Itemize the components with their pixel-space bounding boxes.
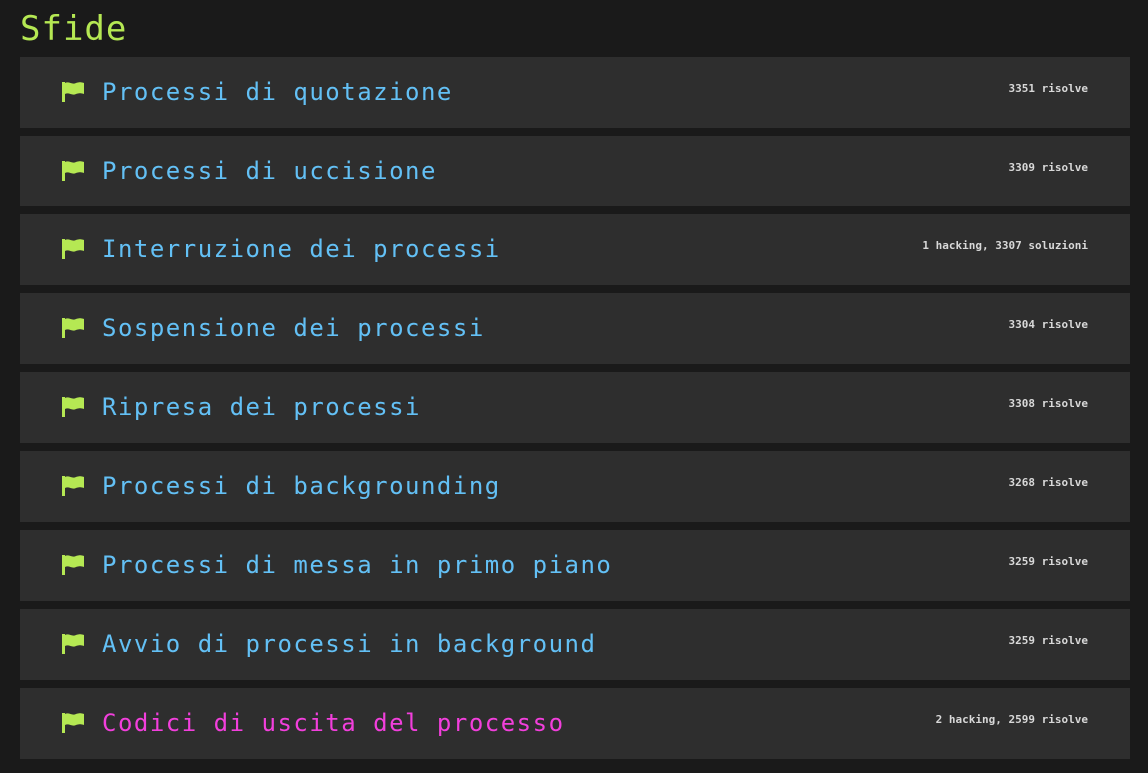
flag-icon	[61, 712, 85, 734]
flag-icon	[61, 160, 85, 182]
challenge-title[interactable]: Processi di backgrounding	[102, 471, 501, 501]
flag-icon	[61, 81, 85, 103]
flag-icon	[61, 396, 85, 418]
solve-count: 1 hacking, 3307 soluzioni	[922, 239, 1088, 252]
solve-count: 3304 risolve	[1008, 318, 1088, 331]
solve-count: 2 hacking, 2599 risolve	[935, 713, 1088, 726]
challenge-title[interactable]: Processi di quotazione	[102, 77, 453, 107]
challenge-item[interactable]: Avvio di processi in background 3259 ris…	[20, 609, 1130, 680]
challenge-title[interactable]: Codici di uscita del processo	[102, 708, 565, 738]
challenge-list: Processi di quotazione 3351 risolve Proc…	[20, 57, 1130, 767]
flag-icon	[61, 633, 85, 655]
challenge-item[interactable]: Processi di messa in primo piano 3259 ri…	[20, 530, 1130, 601]
solve-count: 3309 risolve	[1008, 161, 1088, 174]
challenge-item[interactable]: Ripresa dei processi 3308 risolve	[20, 372, 1130, 443]
challenge-title[interactable]: Interruzione dei processi	[102, 234, 501, 264]
challenge-item[interactable]: Interruzione dei processi 1 hacking, 330…	[20, 214, 1130, 285]
flag-icon	[61, 475, 85, 497]
solve-count: 3259 risolve	[1008, 555, 1088, 568]
flag-icon	[61, 238, 85, 260]
challenge-item[interactable]: Sospensione dei processi 3304 risolve	[20, 293, 1130, 364]
flag-icon	[61, 554, 85, 576]
challenge-title[interactable]: Processi di messa in primo piano	[102, 550, 612, 580]
page-title: Sfide	[20, 9, 128, 49]
flag-icon	[61, 317, 85, 339]
solve-count: 3268 risolve	[1008, 476, 1088, 489]
challenge-item[interactable]: Codici di uscita del processo 2 hacking,…	[20, 688, 1130, 759]
solve-count: 3308 risolve	[1008, 397, 1088, 410]
challenge-title[interactable]: Avvio di processi in background	[102, 629, 596, 659]
challenge-item[interactable]: Processi di uccisione 3309 risolve	[20, 136, 1130, 206]
challenge-title[interactable]: Sospensione dei processi	[102, 313, 485, 343]
solve-count: 3351 risolve	[1008, 82, 1088, 95]
challenge-title[interactable]: Ripresa dei processi	[102, 392, 421, 422]
challenge-item[interactable]: Processi di backgrounding 3268 risolve	[20, 451, 1130, 522]
challenge-title[interactable]: Processi di uccisione	[102, 156, 437, 186]
solve-count: 3259 risolve	[1008, 634, 1088, 647]
challenge-item[interactable]: Processi di quotazione 3351 risolve	[20, 57, 1130, 128]
